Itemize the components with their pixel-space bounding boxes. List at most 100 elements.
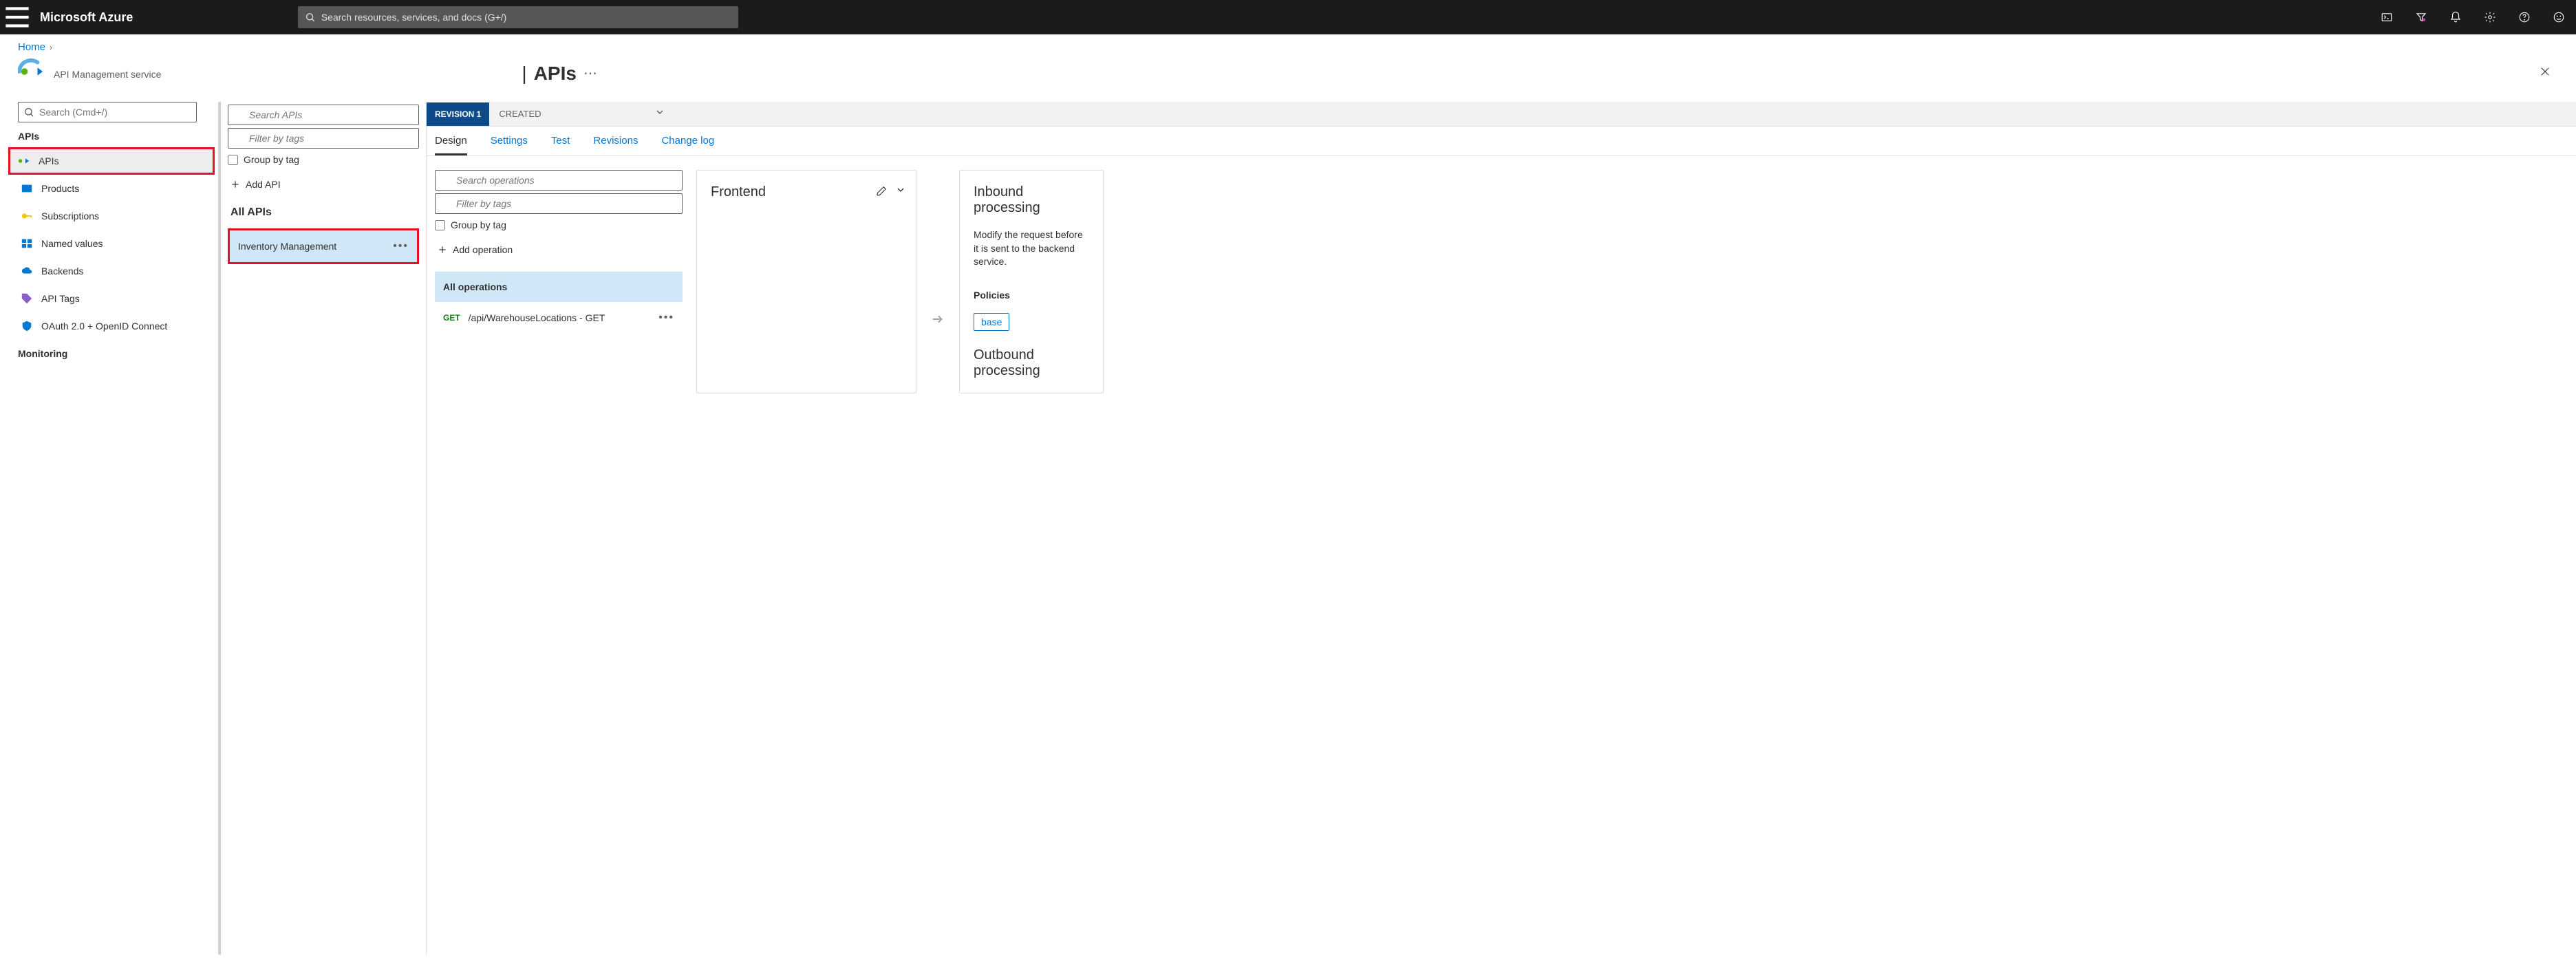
search-icon [305, 12, 315, 23]
sidebar-item-api-tags[interactable]: API Tags [18, 285, 220, 312]
notifications-button[interactable] [2438, 0, 2473, 34]
sidebar-item-label: APIs [39, 155, 59, 166]
chevron-down-icon [654, 107, 665, 118]
tab-settings[interactable]: Settings [491, 135, 528, 155]
section-apis-label: APIs [18, 131, 220, 142]
feedback-button[interactable] [2542, 0, 2576, 34]
sidebar-item-backends[interactable]: Backends [18, 257, 220, 285]
filter-tags-wrap [228, 128, 419, 150]
global-search-input[interactable] [321, 12, 732, 23]
page-subtitle-block: API Management service [54, 67, 161, 80]
ops-group-by-tag-label[interactable]: Group by tag [435, 219, 683, 230]
revision-badge[interactable]: REVISION 1 [427, 102, 489, 126]
sidebar-item-apis[interactable]: APIs [8, 147, 215, 175]
design-detail-row: Group by tag Add operation All operation… [427, 156, 2576, 393]
api-detail-column: REVISION 1 CREATED Design Settings Test … [427, 102, 2576, 955]
shield-icon [21, 320, 33, 332]
filter-button[interactable] [2404, 0, 2438, 34]
close-icon [2539, 65, 2551, 78]
hamburger-icon [0, 0, 34, 34]
ops-group-by-tag-checkbox[interactable] [435, 220, 445, 230]
gear-icon [2484, 11, 2496, 23]
chevron-down-icon [895, 184, 906, 195]
section-monitoring-label: Monitoring [18, 348, 220, 359]
outbound-title: Outbound processing [974, 347, 1089, 379]
breadcrumb: Home › [0, 34, 2576, 56]
operation-item[interactable]: GET /api/WarehouseLocations - GET ••• [435, 302, 683, 334]
apim-service-icon [18, 58, 44, 88]
global-search-box[interactable] [298, 6, 738, 28]
edit-frontend-button[interactable] [876, 184, 888, 200]
apim-icon [18, 58, 44, 85]
filter-ops-tags-input[interactable] [435, 193, 683, 214]
sidebar-item-subscriptions[interactable]: Subscriptions [18, 202, 220, 230]
plus-icon [438, 245, 447, 255]
tab-changelog[interactable]: Change log [661, 135, 714, 155]
key-icon [21, 210, 33, 222]
hamburger-menu-button[interactable] [0, 0, 34, 34]
brand-label[interactable]: Microsoft Azure [40, 10, 133, 25]
question-icon [2518, 11, 2531, 23]
add-api-label: Add API [246, 179, 281, 190]
azure-top-header: Microsoft Azure [0, 0, 2576, 34]
tag-icon [21, 292, 33, 305]
api-item-label: Inventory Management [238, 241, 336, 252]
page-subtitle: API Management service [54, 69, 161, 80]
api-list-column: Group by tag Add API All APIs Inventory … [220, 102, 427, 955]
api-item-inventory-management[interactable]: Inventory Management ••• [228, 228, 419, 264]
sidebar-item-named-values[interactable]: Named values [18, 230, 220, 257]
breadcrumb-home-link[interactable]: Home [18, 41, 45, 53]
detail-tabs: Design Settings Test Revisions Change lo… [427, 127, 2576, 156]
close-blade-button[interactable] [2539, 65, 2558, 81]
flow-arrow [930, 170, 945, 393]
add-api-button[interactable]: Add API [230, 179, 419, 190]
all-apis-header[interactable]: All APIs [230, 206, 419, 219]
sidebar-item-oauth[interactable]: OAuth 2.0 + OpenID Connect [18, 312, 220, 340]
smiley-icon [2553, 11, 2565, 23]
tab-revisions[interactable]: Revisions [593, 135, 638, 155]
frontend-dropdown-button[interactable] [895, 184, 906, 200]
tab-test[interactable]: Test [551, 135, 570, 155]
help-button[interactable] [2507, 0, 2542, 34]
settings-button[interactable] [2473, 0, 2507, 34]
more-actions-button[interactable]: ⋯ [583, 65, 599, 82]
search-apis-input[interactable] [228, 105, 419, 125]
search-icon [23, 107, 34, 118]
search-operations-input[interactable] [435, 170, 683, 191]
sidebar-nav-list: APIs Products Subscriptions Named values… [18, 147, 220, 340]
sidebar-item-label: API Tags [41, 293, 80, 304]
plus-icon [230, 180, 240, 189]
all-operations-header[interactable]: All operations [435, 272, 683, 302]
resource-sidebar: « APIs APIs Products Subscriptions Named… [0, 102, 220, 955]
cloud-icon [21, 265, 33, 277]
group-by-tag-text: Group by tag [244, 154, 299, 165]
operation-more-button[interactable]: ••• [658, 312, 674, 324]
pencil-icon [876, 184, 888, 197]
page-title-block: | APIs ⋯ [522, 63, 599, 85]
products-icon [21, 182, 33, 195]
tab-design[interactable]: Design [435, 135, 467, 155]
main-content-area: « APIs APIs Products Subscriptions Named… [0, 102, 2576, 955]
api-item-more-button[interactable]: ••• [393, 240, 409, 252]
page-title: APIs [534, 63, 577, 85]
add-operation-button[interactable]: Add operation [438, 244, 683, 255]
frontend-title: Frontend [711, 184, 902, 200]
sidebar-item-label: Backends [41, 266, 83, 277]
policies-header: Policies [974, 290, 1089, 301]
cloud-shell-button[interactable] [2370, 0, 2404, 34]
filter-tags-input[interactable] [228, 128, 419, 149]
group-by-tag-checkbox[interactable] [228, 155, 238, 165]
group-by-tag-checkbox-label[interactable]: Group by tag [228, 154, 419, 165]
frontend-card-actions [876, 184, 906, 200]
revision-dropdown-button[interactable] [654, 107, 665, 121]
api-icon [18, 155, 30, 167]
operation-name: /api/WarehouseLocations - GET [469, 312, 605, 323]
sidebar-item-label: Named values [41, 238, 103, 249]
sidebar-item-products[interactable]: Products [18, 175, 220, 202]
add-operation-label: Add operation [453, 244, 513, 255]
search-apis-wrap [228, 105, 419, 127]
operations-column: Group by tag Add operation All operation… [435, 170, 683, 393]
inbound-description: Modify the request before it is sent to … [974, 228, 1089, 269]
sidebar-search-input[interactable] [18, 102, 197, 122]
base-policy-chip[interactable]: base [974, 313, 1009, 331]
